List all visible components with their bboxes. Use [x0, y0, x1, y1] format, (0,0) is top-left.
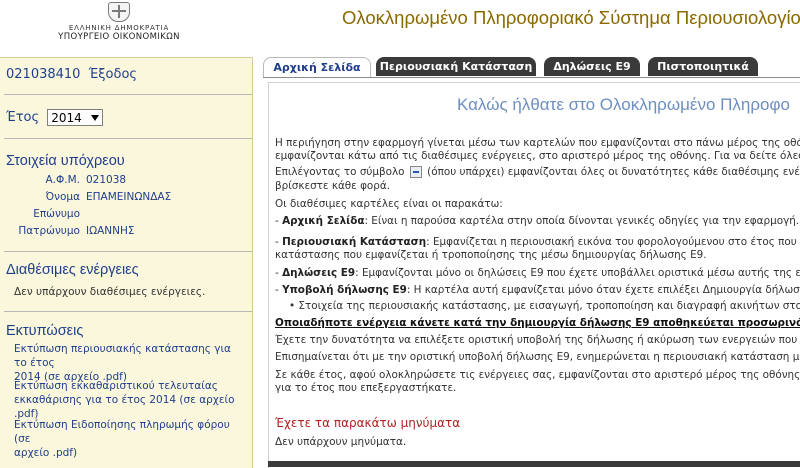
info-line-3a: Σε κάθε έτος, αφού ολοκληρώσετε τις ενέρ…: [275, 369, 800, 381]
bullet-asset-status-line2: κατάστασης που εμφανίζεται ή τροποποίηση…: [275, 249, 707, 261]
prints-section-title: Εκτυπώσεις: [6, 323, 84, 339]
print-link-line: εκκαθάρισης για το έτος 2014 (σε αρχείο …: [14, 394, 235, 420]
actions-section-title: Διαθέσιμες ενέργειες: [6, 262, 139, 278]
info-line-2: Επισημαίνεται ότι με την οριστική υποβολ…: [275, 351, 800, 363]
sidebar: 021038410 Έξοδος Έτος 2014 Στοιχεία υπόχ…: [0, 57, 253, 468]
header: ΕΛΛΗΝΙΚΗ ΔΗΜΟΚΡΑΤΙΑ ΥΠΟΥΡΓΕΙΟ ΟΙΚΟΝΟΜΙΚΩ…: [0, 0, 800, 48]
taxpayer-row: Πατρώνυμο ΙΩΑΝΝΗΣ: [0, 225, 252, 242]
tab-asset-status[interactable]: Περιουσιακή Κατάσταση: [376, 57, 536, 76]
info-line-1: Έχετε την δυνατότητα να επιλέξετε οριστι…: [275, 334, 800, 346]
symbol-line-1: Επιλέγοντας το σύμβολο (όπου υπάρχει) εμ…: [275, 166, 800, 179]
taxpayer-row: Α.Φ.Μ. 021038: [0, 174, 252, 191]
year-select[interactable]: 2014: [47, 109, 104, 126]
first-name-label: Όνομα: [45, 191, 80, 203]
taxpayer-row: Επώνυμο: [0, 208, 252, 225]
bullet-e9: - Δηλώσεις Ε9: Εμφανίζονται μόνο οι δηλώ…: [275, 267, 800, 280]
print-link-line: Εκτύπωση εκκαθαριστικού τελευταίας: [14, 380, 218, 392]
bullet-asset-status: - Περιουσιακή Κατάσταση: Εμφανίζεται η π…: [275, 236, 800, 249]
bullet-title: Υποβολή δήλωσης Ε9: [282, 284, 407, 296]
bullet-e9-submit-sub: • Στοιχεία της περιουσιακής κατάστασης, …: [289, 300, 800, 312]
first-name-value: ΕΠΑΜΕΙΝΩΝΔΑΣ: [86, 191, 172, 203]
intro-line-1: Η περιήγηση στην εφαρμογή γίνεται μέσω τ…: [275, 137, 800, 149]
year-value: 2014: [51, 111, 82, 125]
welcome-heading: Καλώς ήλθατε στο Ολοκληρωμένο Πληροφο: [457, 95, 790, 114]
tab-bar: Αρχική Σελίδα Περιουσιακή Κατάσταση Δηλώ…: [263, 57, 800, 79]
year-selector-row: Έτος 2014: [6, 109, 104, 126]
bottom-bar: [268, 461, 800, 467]
print-clearance-link[interactable]: Εκτύπωση εκκαθαριστικού τελευταίας εκκαθ…: [14, 379, 244, 421]
tab-certificates[interactable]: Πιστοποιητικά: [648, 57, 758, 76]
intro-line-2: εμφανίζονται κάτω από τις διαθέσιμες ενέ…: [275, 150, 800, 162]
tab-e9-declarations[interactable]: Δηλώσεις Ε9: [544, 57, 640, 76]
greek-emblem-icon: [108, 2, 130, 22]
logo-line-1: ΕΛΛΗΝΙΚΗ ΔΗΜΟΚΡΑΤΙΑ: [68, 24, 170, 32]
print-link-line: αρχείο .pdf): [14, 447, 78, 459]
dropdown-arrow-icon: [91, 115, 100, 121]
divider: [4, 311, 252, 312]
main-content: Καλώς ήλθατε στο Ολοκληρωμένο Πληροφο Η …: [268, 82, 800, 468]
taxpayer-section-title: Στοιχεία υπόχρεου: [6, 153, 125, 169]
father-name-value: ΙΩΑΝΝΗΣ: [86, 225, 135, 237]
last-name-label: Επώνυμο: [33, 208, 80, 220]
user-line: 021038410 Έξοδος: [6, 67, 137, 82]
print-asset-statement-link[interactable]: Εκτύπωση περιουσιακής κατάστασης για το …: [14, 342, 244, 384]
user-id-link[interactable]: 021038410: [6, 67, 80, 82]
symbol-text-a: Επιλέγοντας το σύμβολο: [275, 166, 405, 178]
tab-underline: [263, 77, 800, 78]
bullet-text: : Είναι η παρούσα καρτέλα στην οποία δίν…: [364, 215, 800, 227]
print-link-line: Εκτύπωση Ειδοποίησης πληρωμής φόρου (σε: [14, 419, 230, 445]
bullet-text: : Εμφανίζεται η περιουσιακή εικόνα του φ…: [426, 236, 800, 248]
no-messages-text: Δεν υπάρχουν μηνύματα.: [275, 436, 407, 448]
year-label: Έτος: [6, 110, 40, 125]
no-actions-text: Δεν υπάρχουν διαθέσιμες ενέργειες.: [14, 286, 206, 298]
bullet-home: - Αρχική Σελίδα: Είναι η παρούσα καρτέλα…: [275, 215, 800, 228]
taxpayer-row: Όνομα ΕΠΑΜΕΙΝΩΝΔΑΣ: [0, 191, 252, 208]
logo-line-2: ΥΠΟΥΡΓΕΙΟ ΟΙΚΟΝΟΜΙΚΩΝ: [58, 32, 180, 42]
print-link-line: Εκτύπωση περιουσιακής κατάστασης για το …: [14, 343, 231, 369]
bullet-e9-submit: - Υποβολή δήλωσης Ε9: Η καρτέλα αυτή εμφ…: [275, 284, 800, 297]
logout-link[interactable]: Έξοδος: [89, 67, 137, 82]
bullet-title: Αρχική Σελίδα: [282, 215, 365, 227]
bullet-title: Δηλώσεις Ε9: [282, 267, 356, 279]
afm-label: Α.Φ.Μ.: [45, 174, 80, 186]
site-title: Ολοκληρωμένο Πληροφοριακό Σύστημα Περιου…: [342, 7, 800, 28]
temporary-save-warning: Οποιαδήποτε ενέργεια κάνετε κατά την δημ…: [275, 317, 800, 329]
bullet-text: : Εμφανίζονται μόνο οι δηλώσεις Ε9 που έ…: [355, 267, 800, 279]
messages-title: Έχετε τα παρακάτω μηνύματα: [275, 416, 461, 430]
divider: [4, 94, 252, 95]
symbol-line-2: βρίσκεστε κάθε φορά.: [275, 180, 391, 192]
tab-home[interactable]: Αρχική Σελίδα: [263, 57, 371, 78]
print-payment-notice-link[interactable]: Εκτύπωση Ειδοποίησης πληρωμής φόρου (σε …: [14, 418, 244, 460]
expand-icon: [409, 166, 422, 178]
divider: [4, 138, 252, 139]
ministry-logo: ΕΛΛΗΝΙΚΗ ΔΗΜΟΚΡΑΤΙΑ ΥΠΟΥΡΓΕΙΟ ΟΙΚΟΝΟΜΙΚΩ…: [44, 2, 194, 42]
tabs-intro: Οι διαθέσιμες καρτέλες είναι οι παρακάτω…: [275, 198, 503, 210]
bullet-text: : Η καρτέλα αυτή εμφανίζεται μόνο όταν έ…: [406, 284, 800, 296]
afm-value: 021038: [86, 174, 127, 186]
bullet-title: Περιουσιακή Κατάσταση: [282, 236, 427, 248]
father-name-label: Πατρώνυμο: [18, 225, 80, 237]
symbol-text-b: (όπου υπάρχει) εμφανίζονται όλες οι δυνα…: [427, 166, 800, 178]
info-line-3b: για το έτος που επεξεργαστήκατε.: [275, 382, 457, 394]
divider: [4, 251, 252, 252]
